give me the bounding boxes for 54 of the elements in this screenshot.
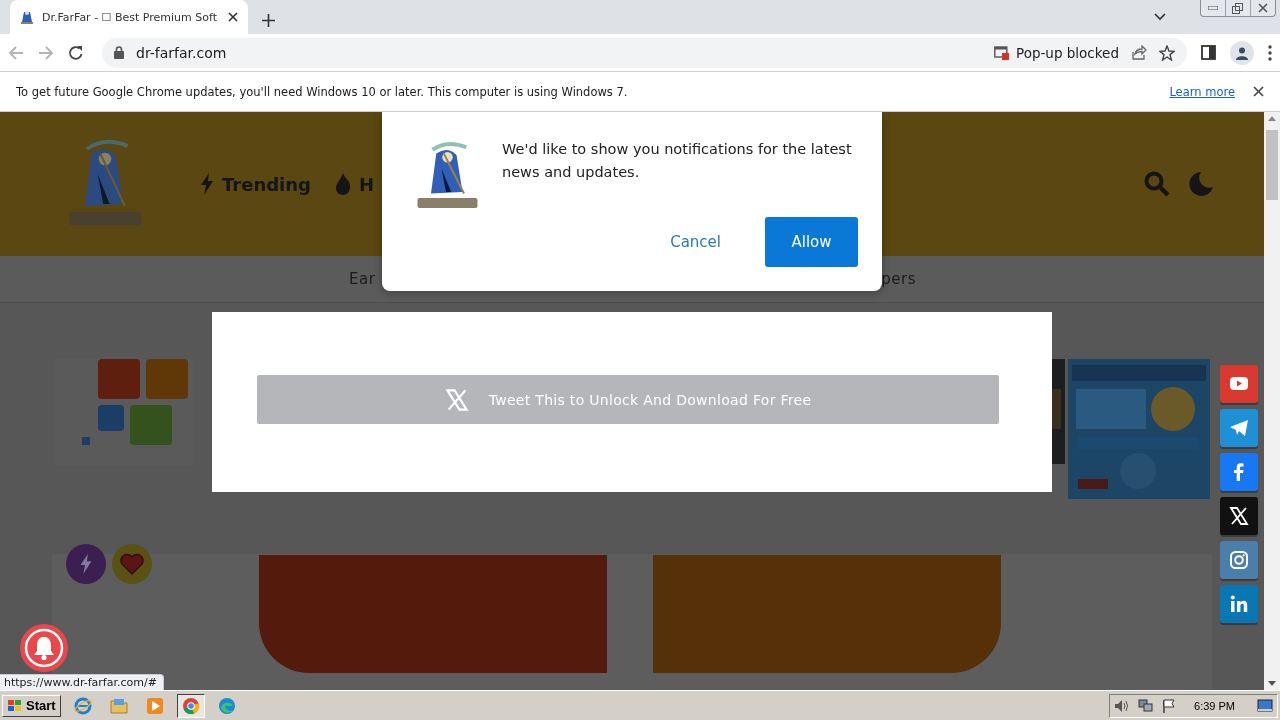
- menu-link[interactable]: pers: [881, 270, 916, 288]
- profile-avatar[interactable]: [1230, 40, 1254, 65]
- learn-more-link[interactable]: Learn more: [1169, 84, 1235, 99]
- scroll-up-icon[interactable]: [1268, 116, 1276, 121]
- start-button[interactable]: Start: [2, 694, 61, 717]
- heart-icon: [120, 553, 144, 575]
- update-message: To get future Google Chrome updates, you'll need Windows 10 or later. This computer is using Windows 7.: [16, 84, 629, 99]
- flag-icon[interactable]: [1162, 698, 1177, 713]
- close-icon: [1258, 3, 1268, 13]
- linkedin-icon: [1229, 594, 1249, 614]
- network-icon[interactable]: [1138, 698, 1155, 713]
- allow-button[interactable]: Allow: [765, 217, 858, 267]
- camera-icon: [1229, 550, 1249, 570]
- share-icon[interactable]: [1131, 45, 1147, 60]
- close-icon[interactable]: [1253, 86, 1264, 97]
- media-player-icon[interactable]: [145, 696, 164, 715]
- paper-plane-icon: [1229, 418, 1249, 438]
- lock-icon: [114, 46, 124, 59]
- clock: 6:39 PM: [1194, 699, 1235, 712]
- show-desktop-icon[interactable]: [1257, 698, 1273, 713]
- menu-icon[interactable]: [1268, 44, 1272, 61]
- lightning-icon: [79, 554, 93, 574]
- side-panel-icon[interactable]: [1201, 45, 1216, 60]
- windows-logo-icon: [7, 698, 23, 713]
- url-text: dr-farfar.com: [136, 44, 228, 61]
- speaker-icon[interactable]: [1114, 698, 1131, 713]
- address-bar[interactable]: dr-farfar.com Pop-up blocked: [102, 37, 1187, 68]
- scrollbar[interactable]: [1264, 112, 1280, 690]
- reload-icon[interactable]: [68, 44, 84, 61]
- tab-title: Dr.FarFar - ☐ Best Premium Soft: [42, 10, 218, 24]
- star-icon[interactable]: [1159, 44, 1175, 61]
- browser-tab[interactable]: Dr.FarFar - ☐ Best Premium Soft: [10, 0, 248, 34]
- reaper-icon: [20, 9, 34, 25]
- restore-icon: [1232, 2, 1244, 14]
- chrome-icon[interactable]: [181, 696, 200, 715]
- new-tab-icon[interactable]: [262, 14, 275, 27]
- x-icon: [1229, 506, 1249, 526]
- scroll-down-icon[interactable]: [1268, 681, 1276, 686]
- x-icon: [444, 387, 469, 412]
- notification-message: We'd like to show you notifications for the latest news and updates.: [502, 140, 853, 182]
- minimize-icon: [1208, 6, 1218, 10]
- popup-blocked-text[interactable]: Pop-up blocked: [1016, 44, 1119, 61]
- lightning-icon: [200, 173, 214, 195]
- scroll-thumb[interactable]: [1266, 130, 1278, 200]
- close-icon[interactable]: [228, 12, 238, 22]
- lightning-button[interactable]: [66, 544, 106, 584]
- heart-button[interactable]: [112, 544, 152, 584]
- status-url: https://www.dr-farfar.com/#: [0, 674, 164, 690]
- popup-blocked-icon[interactable]: [994, 45, 1010, 60]
- notification-bell-button[interactable]: [20, 624, 68, 672]
- cancel-button[interactable]: Cancel: [648, 217, 743, 267]
- social-button[interactable]: [1220, 497, 1258, 535]
- ie-icon[interactable]: [73, 696, 92, 715]
- menu-link[interactable]: Ear: [349, 270, 376, 288]
